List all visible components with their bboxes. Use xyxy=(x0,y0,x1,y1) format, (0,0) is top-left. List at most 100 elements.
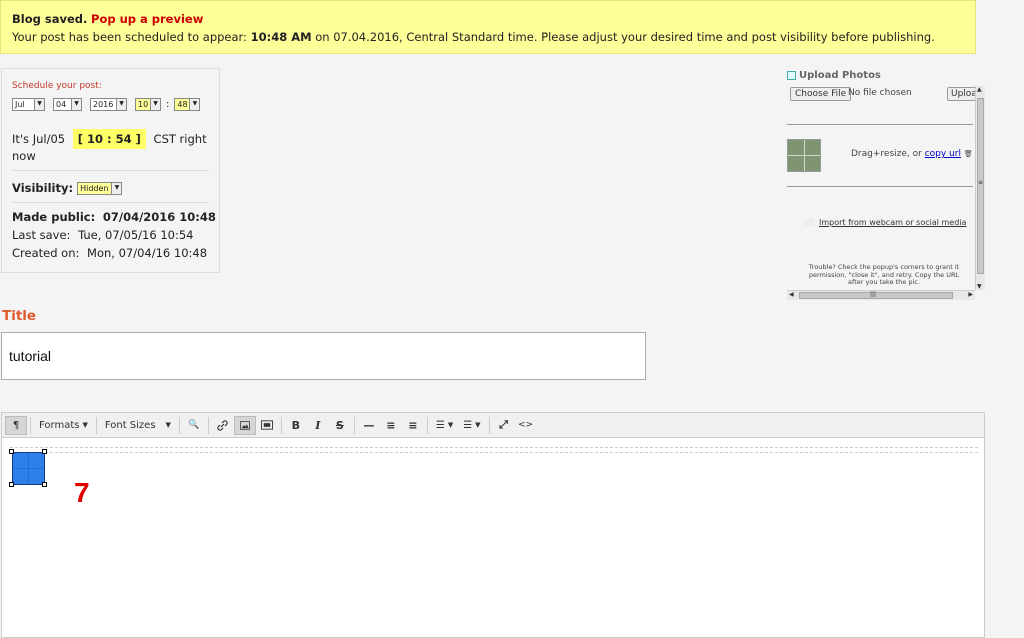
scroll-right-icon[interactable]: ▶ xyxy=(968,291,973,298)
minute-select[interactable]: 48 ▼ xyxy=(174,97,201,111)
last-save-row: Last save: Tue, 07/05/16 10:54 xyxy=(12,228,193,242)
toolbar-separator xyxy=(280,416,282,434)
placeholder-line xyxy=(10,447,978,453)
toolbar-separator xyxy=(95,416,97,434)
source-code-button[interactable]: <> xyxy=(515,416,537,435)
visibility-row: Visibility: Hidden ▼ xyxy=(12,181,130,195)
chevron-down-icon: ▼ xyxy=(116,98,126,110)
schedule-selects: Jul ▼ 04 ▼ 2016 ▼ 10 ▼ : 48 ▼ xyxy=(12,97,208,111)
webcam-icon xyxy=(804,218,814,226)
horizontal-scrollbar[interactable]: ◀ ||| ▶ xyxy=(787,290,975,300)
upload-title-text: Upload Photos xyxy=(799,70,881,81)
scrollbar-thumb[interactable]: ||| xyxy=(799,291,953,299)
created-row: Created on: Mon, 07/04/16 10:48 xyxy=(12,246,207,260)
inserted-image[interactable] xyxy=(12,452,45,485)
divider xyxy=(787,124,973,125)
media-icon[interactable] xyxy=(256,416,278,435)
visibility-select[interactable]: Hidden ▼ xyxy=(77,181,123,195)
image-icon xyxy=(787,71,796,80)
resize-handle[interactable] xyxy=(9,449,14,454)
import-webcam-link[interactable]: Import from webcam or social media xyxy=(819,218,966,227)
resize-handle[interactable] xyxy=(42,482,47,487)
toolbar-separator xyxy=(30,416,31,434)
resize-handle[interactable] xyxy=(9,482,14,487)
image-icon[interactable] xyxy=(233,415,256,435)
chevron-down-icon: ▼ xyxy=(150,98,160,110)
numbered-list-icon: ☰ xyxy=(463,419,473,431)
number-annotation: 7 xyxy=(74,477,90,508)
bold-button[interactable]: B xyxy=(285,416,307,435)
scroll-down-icon[interactable]: ▼ xyxy=(977,283,982,290)
chevron-down-icon: ▼ xyxy=(447,421,454,429)
strikethrough-button[interactable]: S xyxy=(329,416,351,435)
find-icon[interactable]: 🔍 xyxy=(183,416,205,435)
align-right-button[interactable]: ≡ xyxy=(402,416,424,435)
editor-content[interactable]: 7 xyxy=(2,439,984,637)
made-public-label: Made public: xyxy=(12,210,96,224)
rich-text-editor: ¶ Formats ▼ Font Sizes ▼ 🔍 B I S — ≡ ≡ ☰ ▼ … xyxy=(1,412,985,638)
toolbar-separator xyxy=(353,416,355,434)
bullet-list-icon: ☰ xyxy=(435,419,445,431)
year-select[interactable]: 2016 ▼ xyxy=(90,97,127,111)
scroll-up-icon[interactable]: ▲ xyxy=(977,86,982,93)
made-public-row: Made public: 07/04/2016 10:48 xyxy=(12,210,216,224)
copy-url-link[interactable]: copy url xyxy=(925,149,961,159)
upload-photos-panel: Upload Photos Choose File No file chosen… xyxy=(787,68,986,300)
chevron-down-icon: ▼ xyxy=(189,98,200,110)
made-public-value: 07/04/2016 10:48 xyxy=(102,210,216,224)
divider xyxy=(12,170,209,171)
horizontal-rule-button[interactable]: — xyxy=(358,416,380,435)
upload-button[interactable]: Upload xyxy=(947,87,977,101)
link-icon[interactable] xyxy=(212,416,234,435)
toolbar-separator xyxy=(426,416,428,434)
schedule-message-b: on 07.04.2016, Central Standard time. Pl… xyxy=(315,30,935,44)
choose-file-button[interactable]: Choose File xyxy=(790,87,852,101)
align-center-button[interactable]: ≡ xyxy=(380,416,402,435)
vertical-scrollbar[interactable]: ▲ ≡ ▼ xyxy=(975,86,985,290)
formats-dropdown[interactable]: Formats ▼ xyxy=(34,416,93,435)
upload-title: Upload Photos xyxy=(787,70,881,81)
schedule-message-time: 10:48 AM xyxy=(250,30,312,44)
photo-thumbnail[interactable] xyxy=(787,139,821,172)
drag-text: Drag+resize, or xyxy=(851,149,922,159)
day-select[interactable]: 04 ▼ xyxy=(53,97,82,111)
paragraph-button[interactable]: ¶ xyxy=(5,415,27,435)
last-save-label: Last save: xyxy=(12,228,71,242)
trash-icon[interactable]: 🗑 xyxy=(964,150,973,158)
preview-link[interactable]: Pop up a preview xyxy=(91,12,203,26)
current-time-line: It's Jul/05 [ 10 : 54 ] CST right now xyxy=(12,129,219,163)
formats-label: Formats xyxy=(39,419,80,431)
created-value: Mon, 07/04/16 10:48 xyxy=(87,246,208,260)
toolbar-separator xyxy=(178,416,180,434)
divider xyxy=(787,186,973,187)
save-notification-banner: Blog saved. Pop up a preview Your post h… xyxy=(0,0,976,54)
toolbar-separator xyxy=(207,416,209,434)
resize-handle[interactable] xyxy=(42,449,47,454)
title-input[interactable] xyxy=(1,332,646,380)
scrollbar-grip: ||| xyxy=(870,291,877,298)
font-sizes-dropdown[interactable]: Font Sizes ▼ xyxy=(100,416,176,435)
last-save-value: Tue, 07/05/16 10:54 xyxy=(78,228,194,242)
hour-select[interactable]: 10 ▼ xyxy=(135,97,161,111)
chevron-down-icon: ▼ xyxy=(82,421,88,429)
schedule-label: Schedule your post: xyxy=(12,81,102,91)
now-clock: [ 10 : 54 ] xyxy=(72,129,146,149)
numbered-list-button[interactable]: ☰ ▼ xyxy=(458,416,485,435)
saved-text: Blog saved. xyxy=(12,12,88,26)
drag-resize-text: Drag+resize, or copy url 🗑 xyxy=(851,149,973,159)
created-label: Created on: xyxy=(12,246,80,260)
scroll-left-icon[interactable]: ◀ xyxy=(789,291,794,298)
bullet-list-button[interactable]: ☰ ▼ xyxy=(431,416,458,435)
title-label: Title xyxy=(2,308,37,324)
chevron-down-icon: ▼ xyxy=(111,182,122,194)
month-select[interactable]: Jul ▼ xyxy=(12,97,45,111)
scrollbar-thumb[interactable]: ≡ xyxy=(977,98,984,274)
italic-button[interactable]: I xyxy=(307,416,329,435)
fullscreen-icon[interactable]: ⤢ xyxy=(493,416,515,435)
chevron-down-icon: ▼ xyxy=(71,98,81,110)
scrollbar-grip: ≡ xyxy=(978,179,984,186)
editor-toolbar: ¶ Formats ▼ Font Sizes ▼ 🔍 B I S — ≡ ≡ ☰ ▼ … xyxy=(2,413,984,438)
visibility-label: Visibility: xyxy=(12,181,74,195)
now-prefix: It's Jul/05 xyxy=(12,132,66,146)
font-sizes-label: Font Sizes xyxy=(104,419,156,431)
